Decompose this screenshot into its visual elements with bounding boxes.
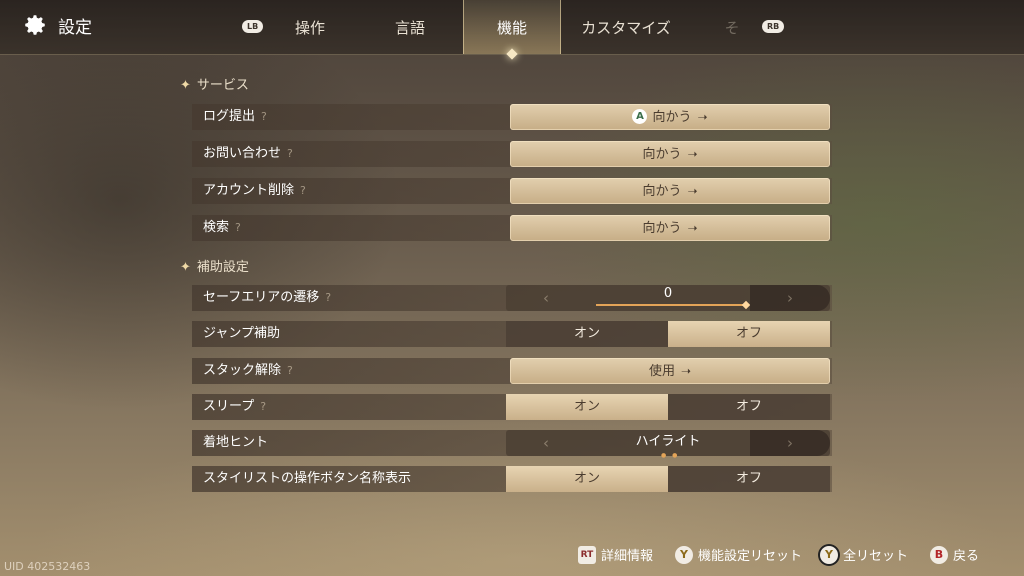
footer-back[interactable]: B 戻る [930, 545, 979, 564]
row-landing-hint: 着地ヒント ‹ ハイライト ● ● › [192, 430, 832, 459]
jump-assist-on-option[interactable]: オン [506, 321, 668, 347]
button-label: 向かう [652, 110, 692, 125]
jump-assist-off-option[interactable]: オフ [668, 321, 830, 347]
help-icon[interactable]: ? [261, 104, 267, 130]
reset-all-label: 全リセット [843, 549, 909, 564]
row-jump-assist: ジャンプ補助 オン オフ [192, 321, 832, 347]
jump-assist-toggle[interactable]: オン オフ [506, 321, 830, 347]
b-button-icon: B [930, 545, 948, 564]
tab-customize[interactable]: カスタマイズ [570, 0, 682, 54]
safe-area-slider[interactable]: ‹ 0 › [506, 285, 830, 311]
row-safe-area: セーフエリアの遷移? ‹ 0 › [192, 285, 832, 311]
section-service-label: サービス [196, 78, 249, 93]
delete-account-label: アカウント削除 [203, 183, 295, 198]
help-icon[interactable]: ? [325, 285, 331, 311]
rb-button-hint[interactable]: RB [762, 20, 785, 33]
search-label: 検索 [203, 220, 230, 235]
arrow-right-icon: ➝ [687, 147, 698, 161]
arrow-right-icon: ➝ [687, 184, 698, 198]
sleep-toggle[interactable]: オン オフ [506, 394, 830, 420]
row-search: 検索? 向かう ➝ [192, 215, 832, 241]
log-submit-button[interactable]: A 向かう ➝ [510, 104, 830, 130]
row-sleep: スリープ? オン オフ [192, 394, 832, 420]
top-bar: 設定 LB 操作 言語 機能 カスタマイズ そ RB [0, 0, 1024, 55]
stylist-on-option[interactable]: オン [506, 466, 668, 492]
y-button-icon: Y [820, 545, 838, 564]
selector-value: ハイライト [635, 434, 701, 449]
tab-other[interactable]: そ [712, 0, 752, 54]
arrow-right-icon: ➝ [680, 364, 692, 378]
tab-language[interactable]: 言語 [370, 0, 450, 54]
button-label: 向かう [642, 221, 682, 236]
section-assist-label: 補助設定 [196, 260, 249, 275]
arrow-right-icon: ➝ [697, 110, 708, 124]
slider-value: 0 [663, 286, 673, 301]
row-label: スリープ? [203, 394, 266, 420]
gear-icon [25, 15, 45, 35]
button-label: 向かう [642, 184, 682, 199]
row-label: ログ提出? [203, 104, 267, 130]
button-label: 向かう [642, 147, 682, 162]
row-label: ジャンプ補助 [203, 326, 280, 341]
reset-function-label: 機能設定リセット [698, 549, 803, 564]
row-stylist-button-names: スタイリストの操作ボタン名称表示 オン オフ [192, 466, 832, 492]
chevron-left-icon[interactable]: ‹ [506, 430, 586, 456]
landing-hint-selector[interactable]: ‹ ハイライト ● ● › [506, 430, 830, 459]
row-contact: お問い合わせ? 向かう ➝ [192, 141, 832, 167]
help-icon[interactable]: ? [260, 394, 266, 420]
a-button-icon: A [632, 109, 648, 124]
row-label: アカウント削除? [203, 178, 306, 204]
row-unstuck: スタック解除? 使用 ➝ [192, 358, 832, 384]
arrow-right-icon: ➝ [687, 221, 698, 235]
delete-account-button[interactable]: 向かう ➝ [510, 178, 830, 204]
page-dots: ● ● [661, 452, 680, 459]
help-icon[interactable]: ? [235, 215, 241, 241]
section-assist: ✦ 補助設定 [180, 256, 249, 275]
row-log-submit: ログ提出? A 向かう ➝ [192, 104, 832, 130]
unstuck-label: スタック解除 [203, 363, 282, 378]
safe-area-label: セーフエリアの遷移 [203, 290, 320, 305]
page-title: 設定 [58, 17, 92, 38]
row-label: スタック解除? [203, 358, 293, 384]
chevron-right-icon[interactable]: › [750, 285, 830, 311]
help-icon[interactable]: ? [287, 358, 293, 384]
help-icon[interactable]: ? [287, 141, 293, 167]
y-button-icon: Y [675, 545, 693, 564]
chevron-left-icon[interactable]: ‹ [506, 285, 586, 311]
footer-reset-all[interactable]: Y 全リセット [820, 545, 908, 564]
contact-label: お問い合わせ [203, 146, 282, 161]
row-label: お問い合わせ? [203, 141, 293, 167]
section-service: ✦ サービス [180, 74, 249, 93]
lb-button-hint[interactable]: LB [242, 20, 264, 33]
row-label: 着地ヒント [203, 435, 269, 450]
back-label: 戻る [953, 549, 980, 564]
help-icon[interactable]: ? [300, 178, 306, 204]
chevron-right-icon[interactable]: › [750, 430, 830, 456]
tab-controls[interactable]: 操作 [270, 0, 350, 54]
row-label: 検索? [203, 215, 241, 241]
search-button[interactable]: 向かう ➝ [510, 215, 830, 241]
row-label: セーフエリアの遷移? [203, 285, 331, 311]
footer-details[interactable]: RT 詳細情報 [578, 545, 653, 564]
sleep-on-option[interactable]: オン [506, 394, 668, 420]
sparkle-icon: ✦ [180, 78, 191, 93]
stylist-toggle[interactable]: オン オフ [506, 466, 830, 492]
button-label: 使用 [648, 364, 675, 379]
sparkle-icon: ✦ [180, 260, 191, 275]
settings-title: 設定 [22, 12, 92, 38]
sleep-label: スリープ [203, 399, 255, 414]
details-label: 詳細情報 [601, 549, 654, 564]
rt-button-icon: RT [578, 545, 596, 564]
tab-function[interactable]: 機能 [463, 0, 561, 54]
slider-track[interactable] [596, 304, 746, 306]
sleep-off-option[interactable]: オフ [668, 394, 830, 420]
user-id: UID 402532463 [4, 560, 91, 573]
row-delete-account: アカウント削除? 向かう ➝ [192, 178, 832, 204]
contact-button[interactable]: 向かう ➝ [510, 141, 830, 167]
log-submit-label: ログ提出 [203, 109, 256, 124]
row-label: スタイリストの操作ボタン名称表示 [203, 471, 412, 486]
footer-reset-function[interactable]: Y 機能設定リセット [675, 545, 802, 564]
stylist-off-option[interactable]: オフ [668, 466, 830, 492]
unstuck-button[interactable]: 使用 ➝ [510, 358, 830, 384]
